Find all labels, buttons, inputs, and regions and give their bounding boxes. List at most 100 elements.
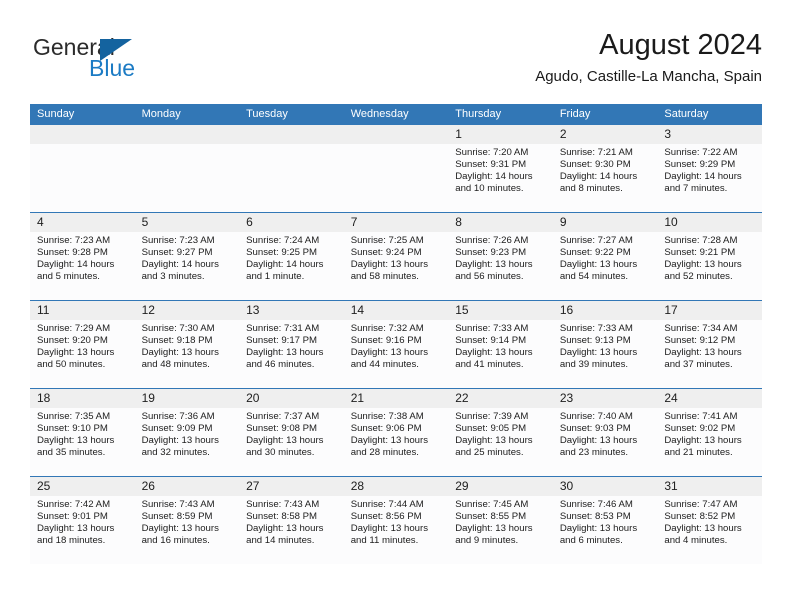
day-cell[interactable]: 1 Sunrise: 7:20 AM Sunset: 9:31 PM Daylight…: [448, 125, 553, 212]
day-sun-info: Sunrise: 7:33 AM Sunset: 9:13 PM Daylight:…: [553, 320, 658, 371]
sunset-text: Sunset: 9:13 PM: [559, 334, 631, 346]
daylight-text: Daylight: 13 hours and 28 minutes.: [350, 434, 429, 458]
day-sun-info: Sunrise: 7:36 AM Sunset: 9:09 PM Daylight:…: [135, 408, 240, 459]
day-cell[interactable]: 9 Sunrise: 7:27 AM Sunset: 9:22 PM Daylight…: [552, 213, 658, 300]
daylight-text: Daylight: 14 hours and 5 minutes.: [37, 258, 115, 282]
sunset-text: Sunset: 9:09 PM: [141, 422, 213, 434]
sunrise-text: Sunrise: 7:29 AM: [37, 323, 111, 334]
day-cell[interactable]: 20 Sunrise: 7:37 AM Sunset: 9:08 PM Dayligh…: [239, 389, 344, 476]
sunset-text: Sunset: 9:06 PM: [350, 422, 422, 434]
sunset-text: Sunset: 9:31 PM: [455, 158, 527, 170]
sunset-text: Sunset: 9:14 PM: [455, 334, 527, 346]
day-cell[interactable]: 15 Sunrise: 7:33 AM Sunset: 9:14 PM Dayligh…: [448, 301, 553, 388]
day-cell[interactable]: 17 Sunrise: 7:34 AM Sunset: 9:12 PM Dayligh…: [657, 301, 762, 388]
day-cell[interactable]: 31 Sunrise: 7:47 AM Sunset: 8:52 PM Dayligh…: [657, 477, 762, 564]
day-cell[interactable]: 27 Sunrise: 7:43 AM Sunset: 8:58 PM Dayligh…: [239, 477, 344, 564]
day-cell[interactable]: 30 Sunrise: 7:46 AM Sunset: 8:53 PM Dayligh…: [552, 477, 658, 564]
day-cell[interactable]: 18 Sunrise: 7:35 AM Sunset: 9:10 PM Dayligh…: [30, 389, 135, 476]
daylight-text: Daylight: 13 hours and 23 minutes.: [559, 434, 638, 458]
sunset-text: Sunset: 8:59 PM: [141, 510, 213, 522]
day-sun-info: Sunrise: 7:42 AM Sunset: 9:01 PM Daylight:…: [30, 496, 135, 547]
day-cell[interactable]: 2 Sunrise: 7:21 AM Sunset: 9:30 PM Daylight…: [552, 125, 658, 212]
day-number: [343, 125, 449, 144]
day-sun-info: Sunrise: 7:37 AM Sunset: 9:08 PM Daylight:…: [239, 408, 344, 459]
day-cell[interactable]: 28 Sunrise: 7:44 AM Sunset: 8:56 PM Dayligh…: [343, 477, 449, 564]
day-cell[interactable]: 29 Sunrise: 7:45 AM Sunset: 8:55 PM Dayligh…: [448, 477, 553, 564]
day-cell[interactable]: 19 Sunrise: 7:36 AM Sunset: 9:09 PM Dayligh…: [134, 389, 240, 476]
sunrise-text: Sunrise: 7:32 AM: [350, 323, 424, 334]
sunrise-text: Sunrise: 7:33 AM: [559, 323, 633, 334]
day-cell[interactable]: 4 Sunrise: 7:23 AM Sunset: 9:28 PM Daylight…: [30, 213, 135, 300]
weekday-friday: Friday: [559, 108, 591, 120]
day-sun-info: Sunrise: 7:27 AM Sunset: 9:22 PM Daylight:…: [553, 232, 658, 283]
day-cell[interactable]: 10 Sunrise: 7:28 AM Sunset: 9:21 PM Dayligh…: [657, 213, 762, 300]
day-cell[interactable]: 12 Sunrise: 7:30 AM Sunset: 9:18 PM Dayligh…: [134, 301, 240, 388]
sunrise-text: Sunrise: 7:41 AM: [664, 411, 738, 422]
sunrise-text: Sunrise: 7:43 AM: [141, 499, 215, 510]
sunrise-text: Sunrise: 7:45 AM: [455, 499, 529, 510]
day-cell[interactable]: 11 Sunrise: 7:29 AM Sunset: 9:20 PM Dayligh…: [30, 301, 135, 388]
day-cell[interactable]: 24 Sunrise: 7:41 AM Sunset: 9:02 PM Dayligh…: [657, 389, 762, 476]
day-number: 19: [134, 389, 240, 408]
daylight-text: Daylight: 13 hours and 4 minutes.: [664, 522, 742, 546]
day-cell[interactable]: 25 Sunrise: 7:42 AM Sunset: 9:01 PM Dayligh…: [30, 477, 135, 564]
calendar-page: General Blue August 2024 Agudo, Castille…: [0, 0, 792, 612]
day-sun-info: Sunrise: 7:43 AM Sunset: 8:59 PM Daylight:…: [135, 496, 240, 547]
day-number: 9: [552, 213, 658, 232]
title-block: August 2024 Agudo, Castille-La Mancha, S…: [535, 28, 762, 86]
sunset-text: Sunset: 9:02 PM: [664, 422, 736, 434]
day-sun-info: Sunrise: 7:22 AM Sunset: 9:29 PM Daylight:…: [657, 144, 762, 195]
day-number: 15: [448, 301, 553, 320]
day-number: 17: [657, 301, 762, 320]
sunset-text: Sunset: 9:12 PM: [664, 334, 736, 346]
sunset-text: Sunset: 9:28 PM: [37, 246, 108, 258]
daylight-text: Daylight: 13 hours and 11 minutes.: [350, 522, 429, 546]
sunrise-text: Sunrise: 7:31 AM: [246, 323, 320, 334]
day-sun-info: Sunrise: 7:31 AM Sunset: 9:17 PM Daylight:…: [239, 320, 344, 371]
day-number: 29: [448, 477, 553, 496]
day-cell[interactable]: 22 Sunrise: 7:39 AM Sunset: 9:05 PM Dayligh…: [448, 389, 553, 476]
week-row: 1 Sunrise: 7:20 AM Sunset: 9:31 PM Daylight…: [30, 125, 762, 212]
day-cell[interactable]: 21 Sunrise: 7:38 AM Sunset: 9:06 PM Dayligh…: [343, 389, 449, 476]
day-number: 16: [552, 301, 658, 320]
sunrise-text: Sunrise: 7:26 AM: [455, 235, 529, 246]
day-cell[interactable]: 26 Sunrise: 7:43 AM Sunset: 8:59 PM Dayligh…: [134, 477, 240, 564]
day-cell[interactable]: 8 Sunrise: 7:26 AM Sunset: 9:23 PM Daylight…: [448, 213, 553, 300]
daylight-text: Daylight: 13 hours and 58 minutes.: [350, 258, 429, 282]
day-number: 4: [30, 213, 135, 232]
daylight-text: Daylight: 14 hours and 8 minutes.: [559, 170, 638, 194]
sunset-text: Sunset: 9:29 PM: [664, 158, 736, 170]
day-cell[interactable]: 5 Sunrise: 7:23 AM Sunset: 9:27 PM Daylight…: [134, 213, 240, 300]
sunrise-text: Sunrise: 7:37 AM: [246, 411, 320, 422]
sunset-text: Sunset: 9:22 PM: [559, 246, 631, 258]
day-cell-empty: [30, 125, 135, 212]
day-cell[interactable]: 14 Sunrise: 7:32 AM Sunset: 9:16 PM Dayligh…: [343, 301, 449, 388]
sunrise-text: Sunrise: 7:38 AM: [350, 411, 424, 422]
day-number: 11: [30, 301, 135, 320]
sunset-text: Sunset: 9:16 PM: [350, 334, 422, 346]
day-sun-info: Sunrise: 7:32 AM Sunset: 9:16 PM Daylight:…: [344, 320, 449, 371]
sunset-text: Sunset: 9:08 PM: [246, 422, 318, 434]
day-number: 13: [239, 301, 344, 320]
day-cell[interactable]: 16 Sunrise: 7:33 AM Sunset: 9:13 PM Dayligh…: [552, 301, 658, 388]
day-cell[interactable]: 7 Sunrise: 7:25 AM Sunset: 9:24 PM Daylight…: [343, 213, 449, 300]
day-number: 14: [343, 301, 449, 320]
page-subtitle: Agudo, Castille-La Mancha, Spain: [535, 68, 762, 85]
day-sun-info: Sunrise: 7:24 AM Sunset: 9:25 PM Daylight:…: [239, 232, 344, 283]
day-cell[interactable]: 3 Sunrise: 7:22 AM Sunset: 9:29 PM Daylight…: [657, 125, 762, 212]
day-cell-empty: [134, 125, 240, 212]
day-number: 2: [552, 125, 658, 144]
day-cell[interactable]: 6 Sunrise: 7:24 AM Sunset: 9:25 PM Daylight…: [239, 213, 344, 300]
day-sun-info: Sunrise: 7:26 AM Sunset: 9:23 PM Daylight:…: [448, 232, 553, 283]
daylight-text: Daylight: 13 hours and 46 minutes.: [246, 346, 324, 370]
day-sun-info: Sunrise: 7:21 AM Sunset: 9:30 PM Daylight:…: [553, 144, 658, 195]
daylight-text: Daylight: 13 hours and 44 minutes.: [350, 346, 429, 370]
general-blue-logo[interactable]: General Blue: [33, 34, 223, 86]
day-cell[interactable]: 23 Sunrise: 7:40 AM Sunset: 9:03 PM Dayligh…: [552, 389, 658, 476]
day-cell[interactable]: 13 Sunrise: 7:31 AM Sunset: 9:17 PM Dayligh…: [239, 301, 344, 388]
day-sun-info: Sunrise: 7:45 AM Sunset: 8:55 PM Daylight:…: [448, 496, 553, 547]
sunrise-text: Sunrise: 7:43 AM: [246, 499, 320, 510]
week-row: 25 Sunrise: 7:42 AM Sunset: 9:01 PM Dayligh…: [30, 476, 762, 564]
sunrise-text: Sunrise: 7:47 AM: [664, 499, 738, 510]
daylight-text: Daylight: 14 hours and 1 minute.: [246, 258, 324, 282]
